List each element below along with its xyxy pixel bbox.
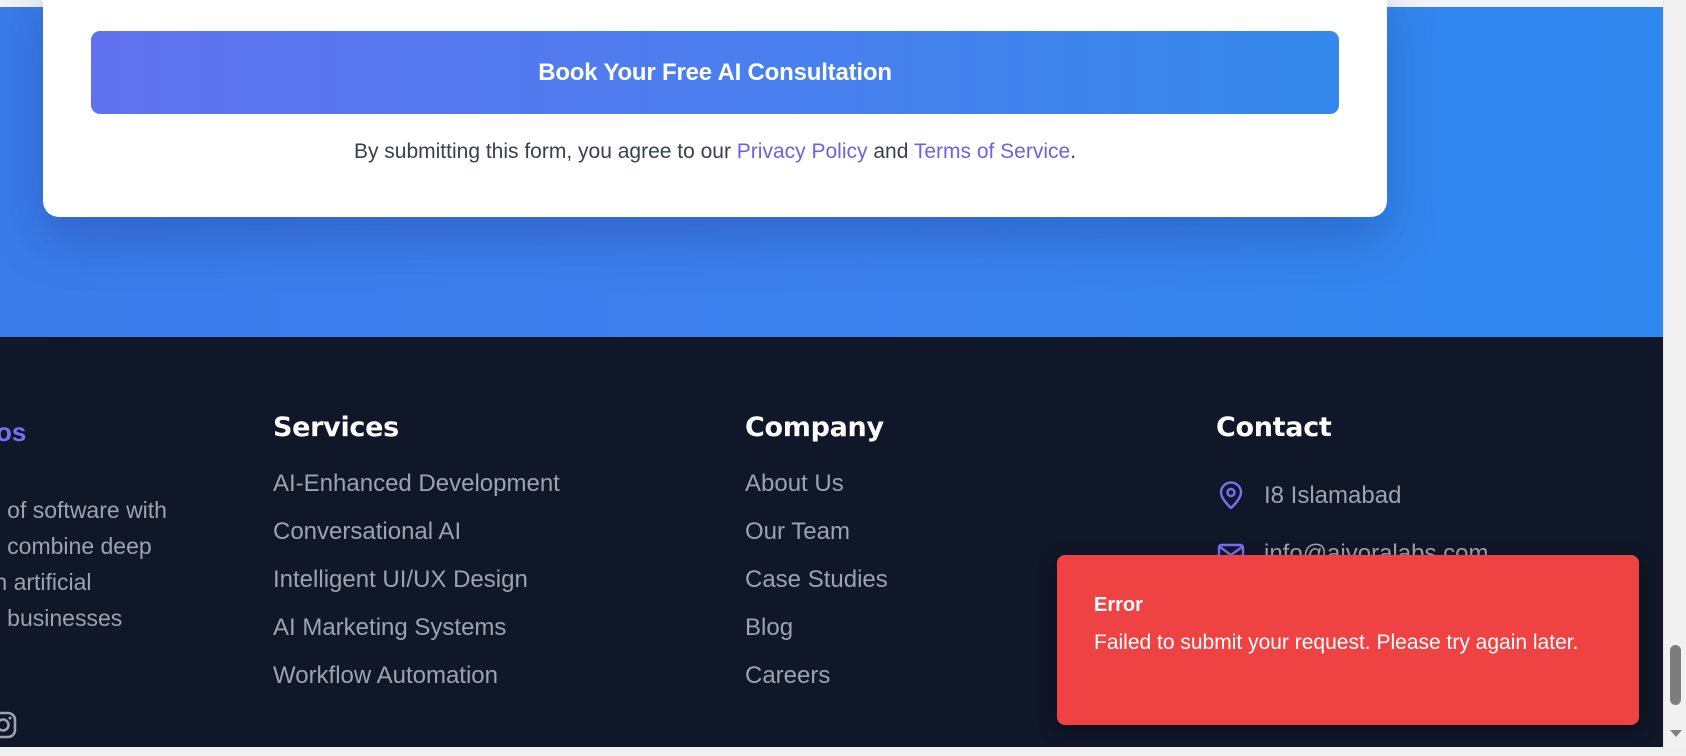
- footer-link-intelligent-ui-ux-design[interactable]: Intelligent UI/UX Design: [273, 563, 560, 611]
- footer-link-ai-marketing-systems[interactable]: AI Marketing Systems: [273, 611, 560, 659]
- book-consultation-button[interactable]: Book Your Free AI Consultation: [91, 31, 1339, 114]
- footer-link-case-studies[interactable]: Case Studies: [745, 563, 888, 611]
- disclaimer-suffix: .: [1070, 140, 1077, 163]
- footer-link-our-team[interactable]: Our Team: [745, 515, 888, 563]
- scroll-down-arrow-icon[interactable]: [1670, 730, 1682, 737]
- vertical-scrollbar[interactable]: [1663, 0, 1686, 747]
- page: Book Your Free AI Consultation By submit…: [0, 0, 1686, 756]
- footer-link-ai-enhanced-development[interactable]: AI-Enhanced Development: [273, 467, 560, 515]
- consultation-section: Book Your Free AI Consultation By submit…: [0, 0, 1663, 337]
- company-list: About Us Our Team Case Studies Blog Care…: [745, 467, 888, 707]
- instagram-icon[interactable]: [0, 710, 18, 740]
- disclaimer-and: and: [867, 140, 914, 163]
- footer-company-column: Company About Us Our Team Case Studies B…: [745, 412, 888, 707]
- footer-link-workflow-automation[interactable]: Workflow Automation: [273, 659, 560, 707]
- contact-heading: Contact: [1216, 412, 1332, 443]
- footer-brand-name[interactable]: os: [0, 417, 26, 448]
- toast-title: Error: [1094, 594, 1143, 616]
- footer-services-column: Services AI-Enhanced Development Convers…: [273, 412, 560, 707]
- terms-of-service-link[interactable]: Terms of Service: [914, 140, 1070, 163]
- footer-link-blog[interactable]: Blog: [745, 611, 888, 659]
- privacy-policy-link[interactable]: Privacy Policy: [737, 140, 868, 163]
- scrollbar-thumb[interactable]: [1670, 645, 1681, 705]
- disclaimer-prefix: By submitting this form, you agree to ou…: [353, 140, 737, 163]
- contact-address-text: I8 Islamabad: [1264, 482, 1402, 509]
- consultation-form-card: Book Your Free AI Consultation By submit…: [43, 0, 1387, 217]
- footer-link-careers[interactable]: Careers: [745, 659, 888, 707]
- company-heading: Company: [745, 412, 884, 443]
- contact-address: I8 Islamabad: [1216, 467, 1488, 525]
- map-pin-icon: [1219, 481, 1243, 510]
- services-list: AI-Enhanced Development Conversational A…: [273, 467, 560, 707]
- error-toast[interactable]: Error Failed to submit your request. Ple…: [1057, 555, 1639, 725]
- footer-brand-description: e of software with e combine deep th art…: [0, 497, 167, 631]
- toast-message: Failed to submit your request. Please tr…: [1094, 631, 1579, 654]
- footer-link-about-us[interactable]: About Us: [745, 467, 888, 515]
- form-disclaimer: By submitting this form, you agree to ou…: [43, 140, 1387, 164]
- footer-link-conversational-ai[interactable]: Conversational AI: [273, 515, 560, 563]
- services-heading: Services: [273, 412, 399, 443]
- window-bottom-edge: [0, 747, 1686, 756]
